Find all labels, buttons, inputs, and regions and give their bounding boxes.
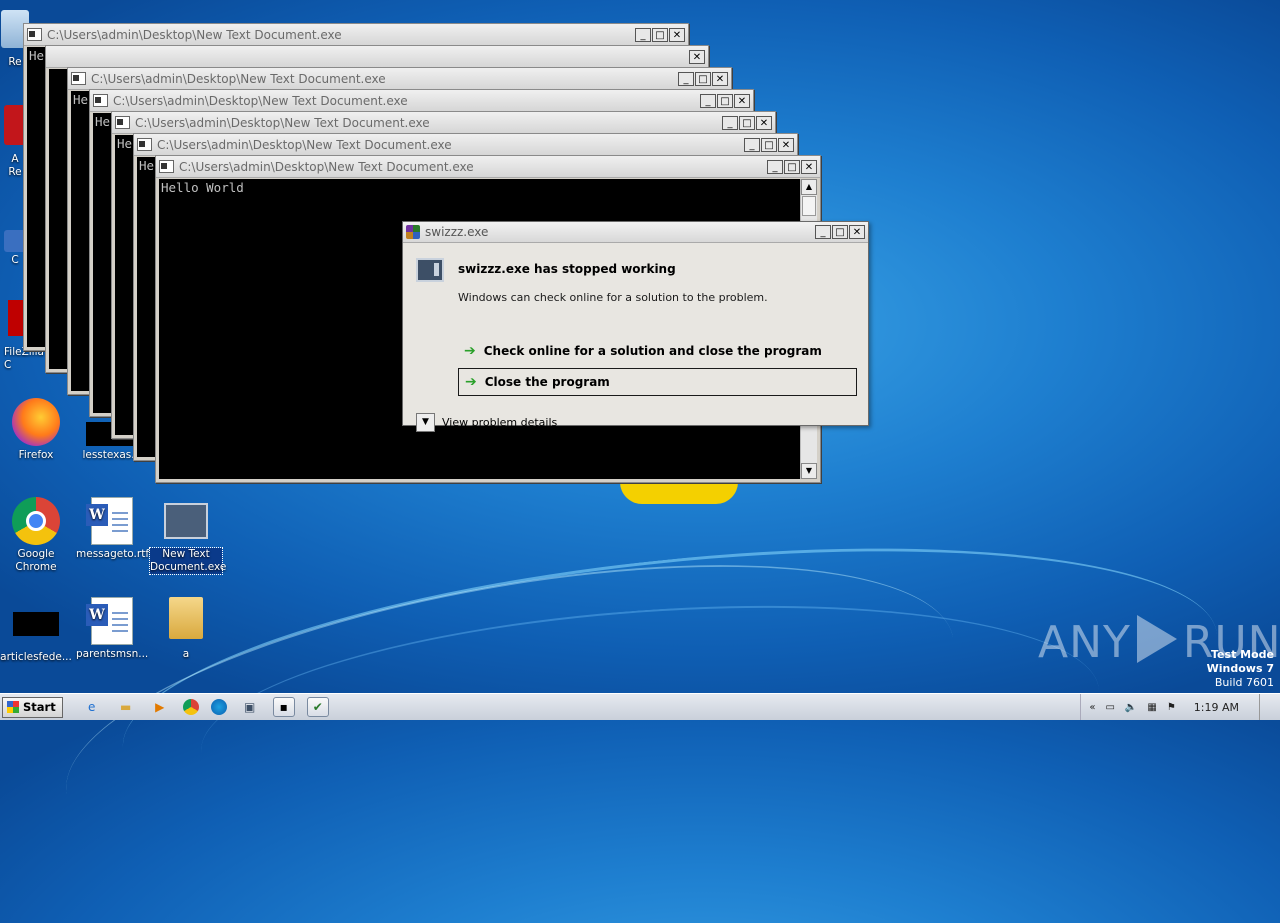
maximize-button[interactable]: □ (695, 71, 711, 86)
window-titlebar[interactable]: C:\Users\admin\Desktop\New Text Document… (90, 90, 753, 112)
console-icon (115, 116, 130, 129)
dialog-content: swizzz.exe has stopped working Windows c… (403, 243, 868, 432)
window-titlebar[interactable]: C:\Users\admin\Desktop\New Text Document… (134, 134, 797, 156)
console-icon (27, 28, 42, 41)
window-titlebar[interactable]: C:\Users\admin\Desktop\New Text Document… (24, 24, 688, 46)
maximize-button[interactable]: □ (717, 93, 733, 108)
console-icon (93, 94, 108, 107)
test-mode-notice: Test Mode Windows 7 Build 7601 (1206, 648, 1274, 689)
dialog-message: Windows can check online for a solution … (458, 291, 768, 304)
folder-icon (169, 597, 203, 639)
desktop-icon-chrome[interactable]: Google Chrome (0, 497, 72, 574)
close-program-button[interactable]: ➔ Close the program (458, 368, 857, 396)
dialog-heading: swizzz.exe has stopped working (458, 262, 676, 276)
edge-icon[interactable] (210, 699, 227, 715)
desktop-icon-firefox[interactable]: Firefox (0, 398, 72, 462)
window-titlebar[interactable]: C:\Users\admin\Desktop\New Text Document… (156, 156, 820, 178)
scroll-thumb[interactable] (802, 196, 816, 216)
maximize-button[interactable]: □ (761, 137, 777, 152)
tray-expand-icon[interactable]: « (1089, 702, 1095, 713)
maximize-button[interactable]: □ (739, 115, 755, 130)
console-icon (137, 138, 152, 151)
chrome-icon (12, 497, 60, 545)
green-arrow-icon: ➔ (465, 374, 477, 390)
flag-icon[interactable]: ⚑ (1167, 702, 1176, 713)
desktop-icon-folder-a[interactable]: a (150, 597, 222, 661)
window-titlebar[interactable]: C:\Users\admin\Desktop\New Text Document… (68, 68, 731, 90)
error-report-icon[interactable]: ✔ (306, 697, 329, 717)
word-document-icon: W (86, 497, 133, 545)
error-dialog[interactable]: swizzz.exe _ □ ✕ swizzz.exe has stopped … (402, 221, 869, 432)
dialog-titlebar[interactable]: swizzz.exe _ □ ✕ (403, 222, 868, 243)
minimize-button[interactable]: _ (767, 159, 783, 174)
console-icon (159, 160, 174, 173)
close-button[interactable]: ✕ (778, 137, 794, 152)
clock[interactable]: 1:19 AM (1194, 701, 1239, 714)
minimize-button[interactable]: _ (700, 93, 716, 108)
minimize-button[interactable]: _ (722, 115, 738, 130)
close-button[interactable]: ✕ (756, 115, 772, 130)
play-icon (1136, 615, 1177, 663)
maximize-button[interactable]: □ (652, 27, 668, 42)
word-document-icon: W (86, 597, 133, 645)
firefox-icon (12, 398, 60, 446)
console-icon (71, 72, 86, 85)
taskbar: Start e ▬ ▶ ▣ ▪ ✔ « ▭ 🔈 ▦ ⚑ 1:19 AM (0, 693, 1280, 720)
maximize-button[interactable]: □ (784, 159, 800, 174)
chrome-taskbar-icon[interactable] (182, 699, 199, 715)
check-online-button[interactable]: ➔ Check online for a solution and close … (458, 337, 857, 365)
desktop-icon-messageto[interactable]: W messageto.rtf (76, 497, 149, 561)
console-app-icon[interactable]: ▣ (239, 697, 261, 717)
green-arrow-icon: ➔ (464, 343, 476, 359)
internet-explorer-icon[interactable]: e (81, 697, 103, 717)
close-button[interactable]: ✕ (689, 49, 705, 64)
program-icon (416, 258, 444, 282)
minimize-button[interactable]: _ (635, 27, 651, 42)
close-button[interactable]: ✕ (669, 27, 685, 42)
network-icon[interactable]: ▦ (1147, 702, 1156, 713)
scroll-up-icon[interactable]: ▲ (801, 179, 817, 195)
wallpaper-swoosh (193, 578, 1107, 864)
windows-logo-icon (7, 701, 19, 713)
minimize-button[interactable]: _ (678, 71, 694, 86)
volume-icon[interactable]: 🔈 (1125, 702, 1137, 713)
action-center-icon[interactable]: ▭ (1105, 702, 1114, 713)
minimize-button[interactable]: _ (744, 137, 760, 152)
file-thumbnail-icon (13, 612, 59, 636)
scroll-down-icon[interactable]: ▼ (801, 463, 817, 479)
wallpaper-flower (620, 482, 738, 504)
view-details-toggle[interactable]: ▼ View problem details (416, 413, 557, 432)
cmd-icon[interactable]: ▪ (272, 697, 295, 717)
window-titlebar[interactable]: C:\Users\admin\Desktop\New Text Document… (112, 112, 775, 134)
app-icon (406, 225, 420, 239)
close-button[interactable]: ✕ (849, 225, 865, 239)
close-button[interactable]: ✕ (801, 159, 817, 174)
console-app-icon (164, 503, 208, 539)
desktop-icon-parents[interactable]: W parentsmsn... (76, 597, 148, 661)
chevron-down-icon[interactable]: ▼ (416, 413, 435, 432)
start-button[interactable]: Start (2, 696, 63, 718)
system-tray: « ▭ 🔈 ▦ ⚑ 1:19 AM (1080, 694, 1280, 720)
close-button[interactable]: ✕ (734, 93, 750, 108)
maximize-button[interactable]: □ (832, 225, 848, 239)
close-button[interactable]: ✕ (712, 71, 728, 86)
window-titlebar[interactable]: ✕ (46, 46, 708, 68)
show-desktop-button[interactable] (1259, 694, 1270, 720)
minimize-button[interactable]: _ (815, 225, 831, 239)
wallpaper-swoosh (109, 503, 1231, 880)
desktop-icon-new-text-document[interactable]: New Text Document.exe (149, 497, 226, 575)
desktop-icon-articles[interactable]: articlesfede... (0, 600, 72, 664)
file-explorer-icon[interactable]: ▬ (115, 697, 137, 717)
media-player-icon[interactable]: ▶ (149, 697, 171, 717)
